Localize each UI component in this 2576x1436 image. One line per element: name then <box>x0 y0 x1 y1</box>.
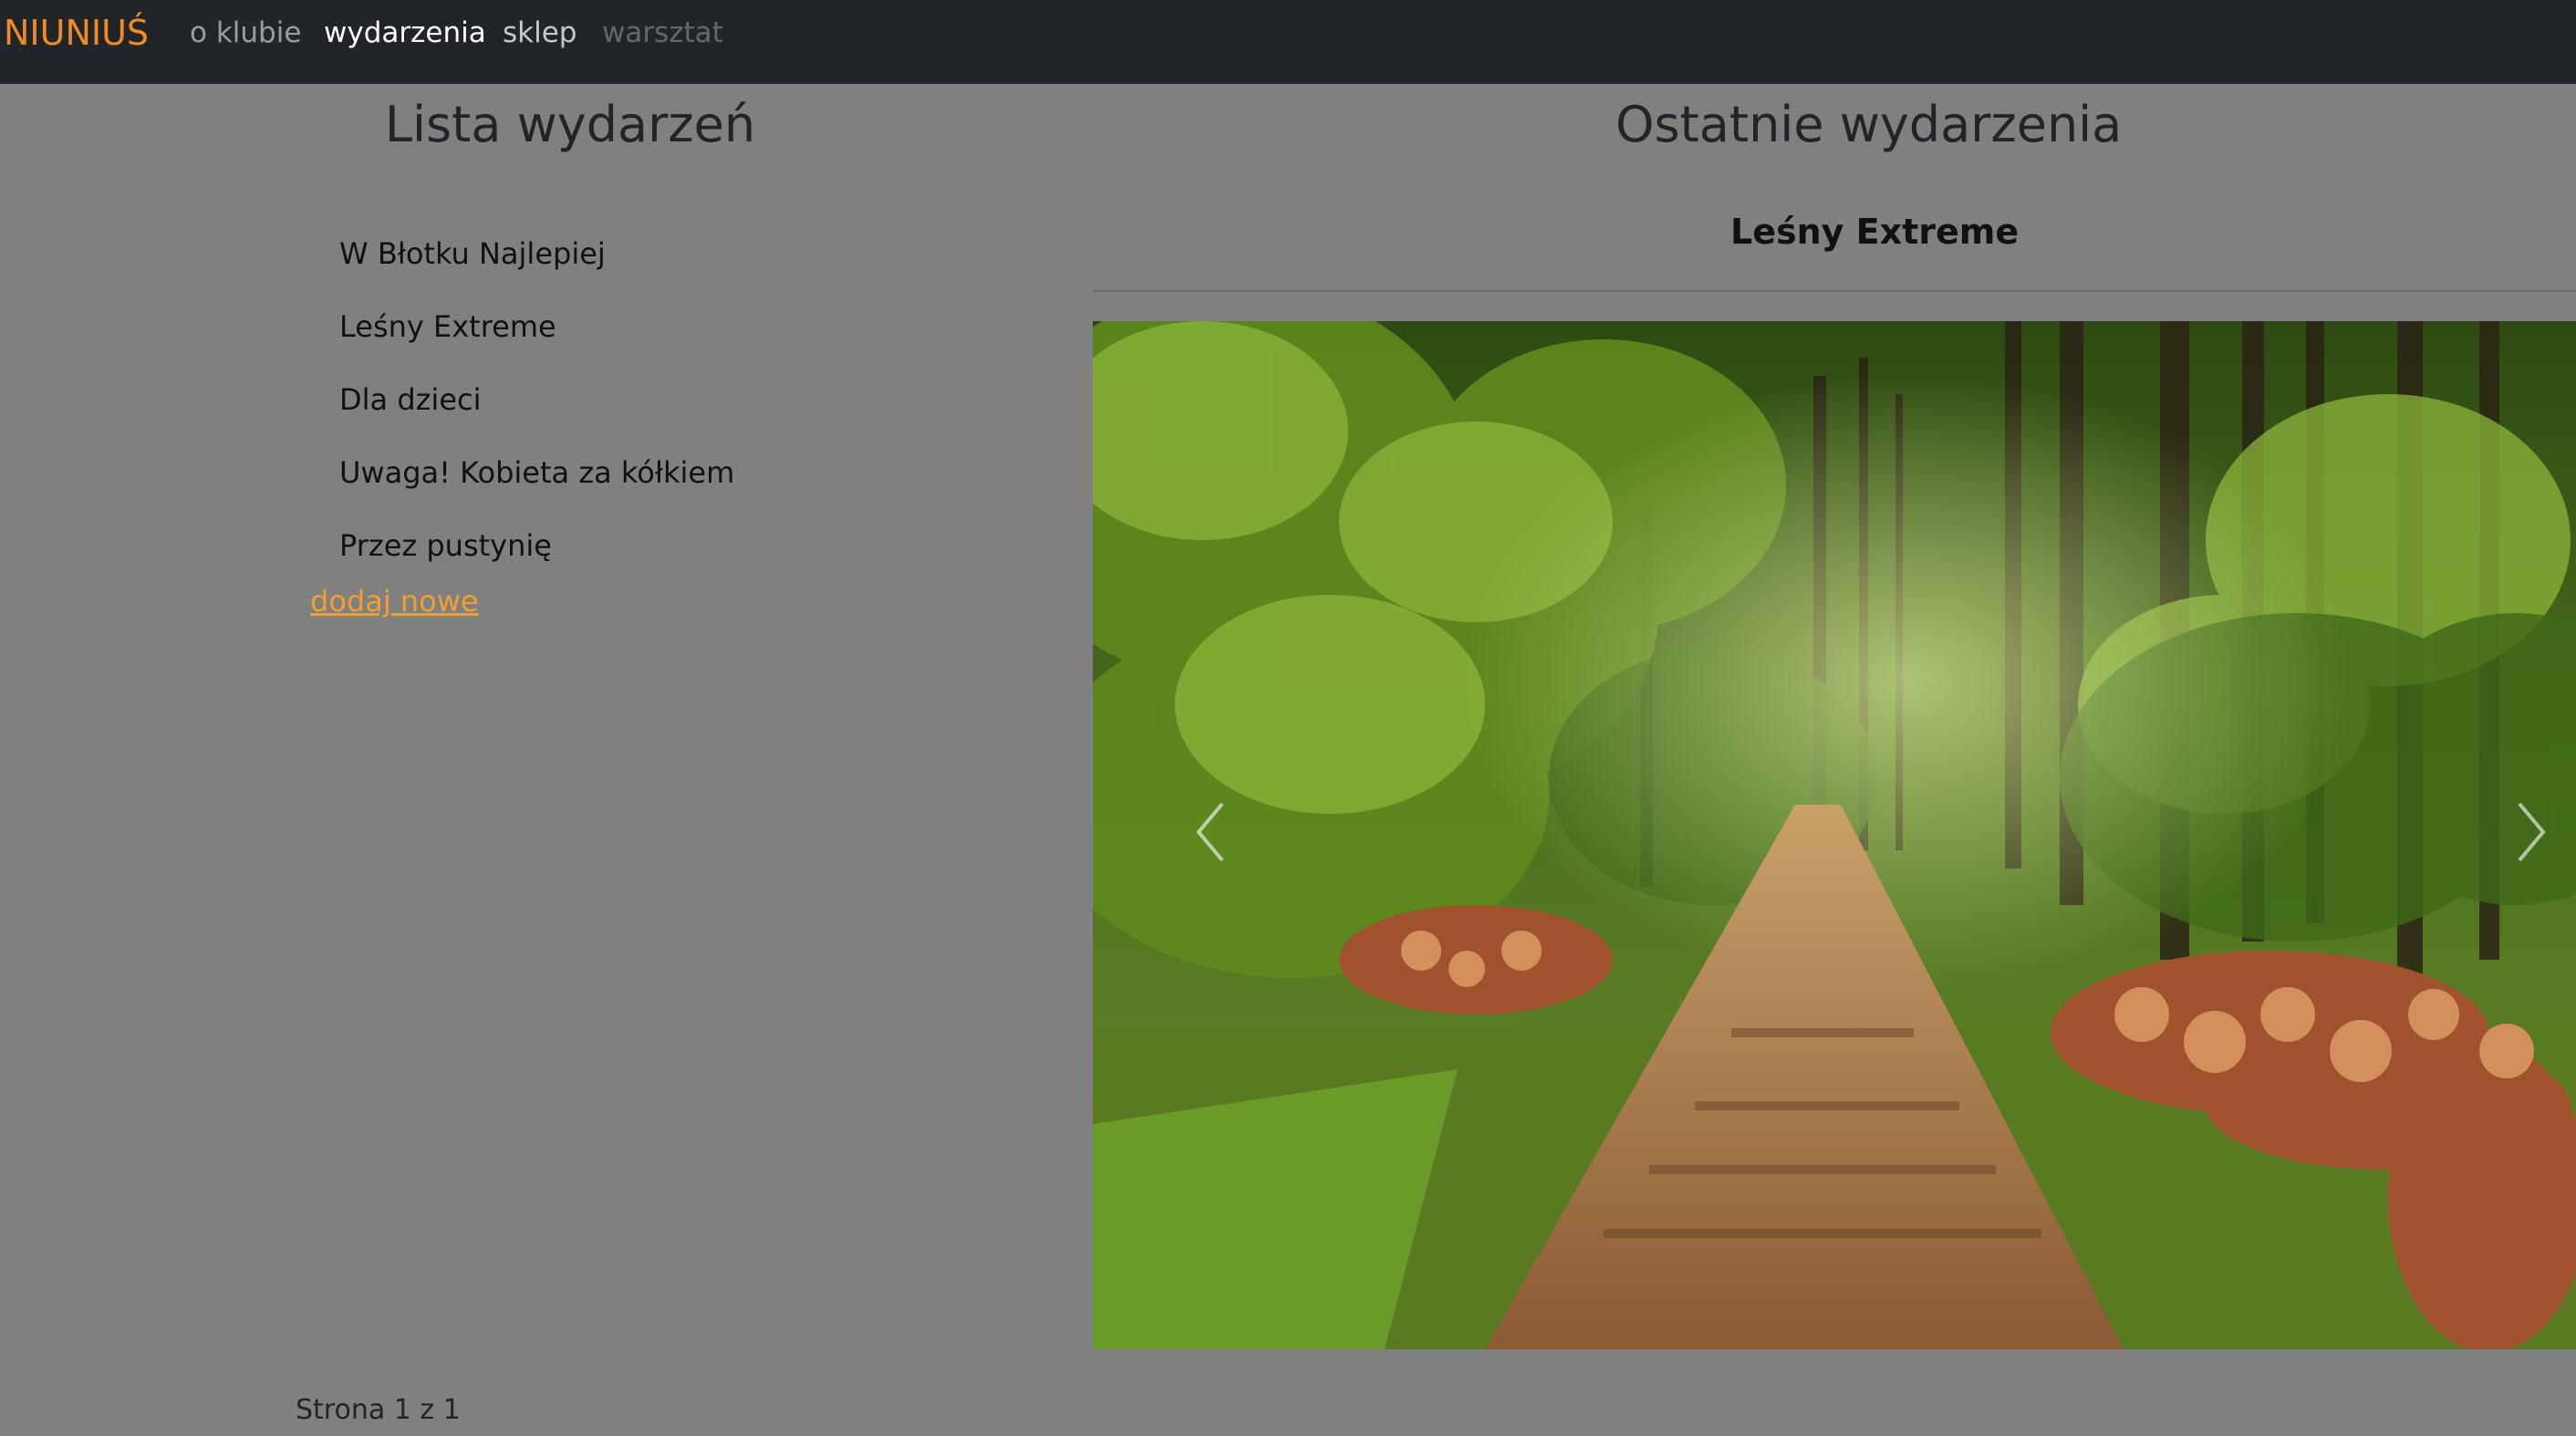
event-item[interactable]: Leśny Extreme <box>339 301 734 374</box>
event-item[interactable]: Przez pustynię <box>339 520 734 593</box>
nav-link-shop[interactable]: sklep <box>503 7 576 58</box>
nav-link-events[interactable]: wydarzenia <box>324 7 486 58</box>
carousel-prev-button[interactable] <box>1175 777 1248 887</box>
chevron-left-icon <box>1196 802 1224 862</box>
forest-road-image <box>1093 321 2576 1349</box>
event-item[interactable]: Uwaga! Kobieta za kółkiem <box>339 447 734 520</box>
pagination-text: Strona 1 z 1 <box>296 1394 461 1426</box>
events-list: W Błotku Najlepiej Leśny Extreme Dla dzi… <box>339 228 734 593</box>
brand-logo[interactable]: NIUNIUŚ <box>4 7 149 58</box>
add-new-event-link[interactable]: dodaj nowe <box>310 584 479 619</box>
nav-link-about[interactable]: o klubie <box>190 7 301 58</box>
event-item[interactable]: W Błotku Najlepiej <box>339 228 734 301</box>
nav-link-workshop: warsztat <box>602 16 723 49</box>
carousel-next-button[interactable] <box>2494 777 2567 887</box>
chevron-right-icon <box>2518 802 2546 862</box>
recent-events-title: Ostatnie wydarzenia <box>1615 96 2123 153</box>
card-divider <box>1093 290 2576 292</box>
event-item[interactable]: Dla dzieci <box>339 374 734 447</box>
event-carousel[interactable] <box>1093 321 2576 1349</box>
event-card-title: Leśny Extreme <box>1730 212 2020 252</box>
events-list-title: Lista wydarzeń <box>384 96 756 153</box>
top-navbar: NIUNIUŚ o klubie wydarzenia sklep warszt… <box>0 0 2576 84</box>
